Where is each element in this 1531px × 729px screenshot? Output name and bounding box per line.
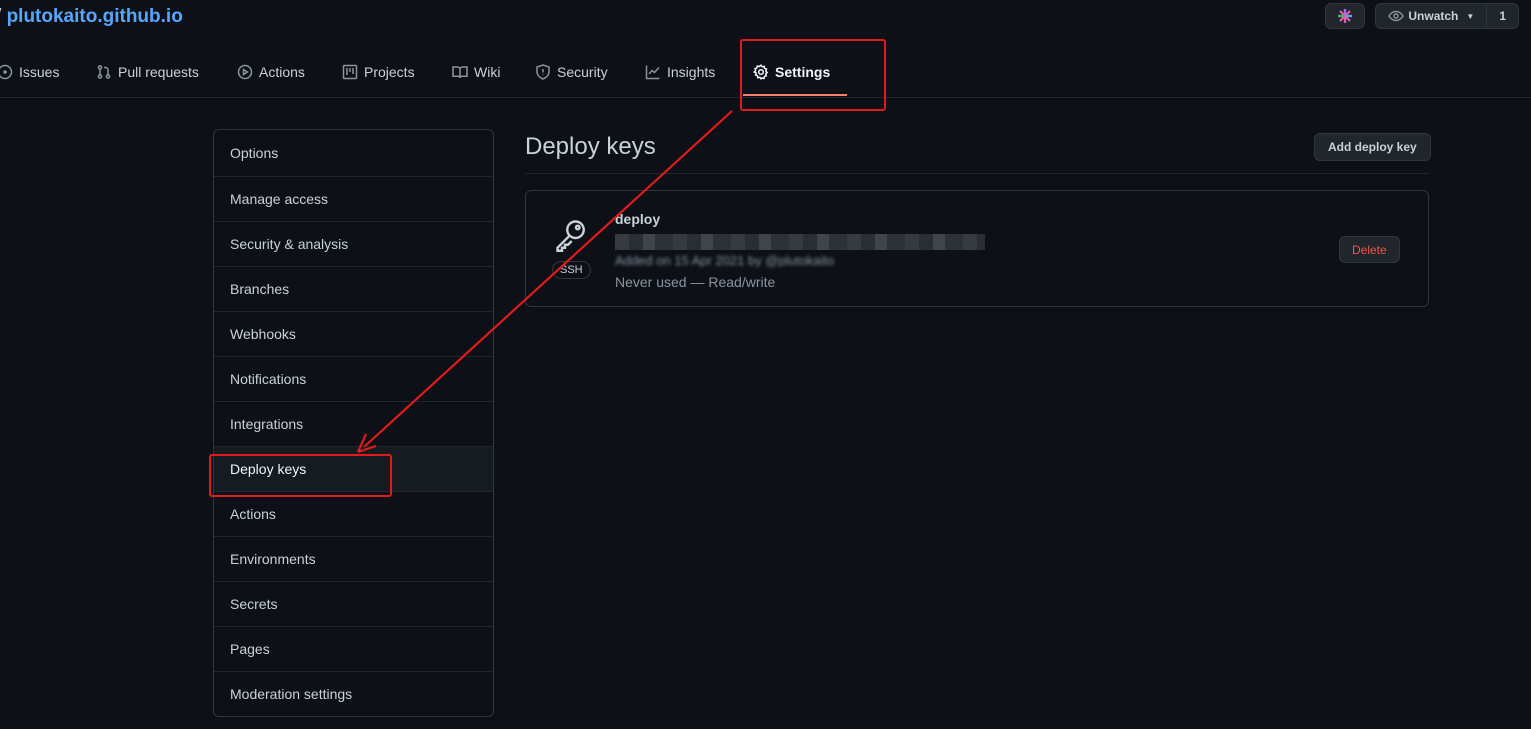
unwatch-button[interactable]: Unwatch ▼	[1375, 3, 1488, 29]
watch-group: Unwatch ▼ 1	[1375, 3, 1519, 29]
settings-sidebar: Options Manage access Security & analysi…	[213, 129, 494, 717]
git-pull-request-icon	[97, 65, 111, 79]
sidebar-item-branches[interactable]: Branches	[214, 266, 493, 311]
repo-actions: Unwatch ▼ 1	[1325, 3, 1519, 29]
breadcrumb-separator: /	[0, 6, 1, 27]
unwatch-label: Unwatch	[1408, 9, 1459, 23]
book-icon	[452, 66, 468, 79]
tab-security[interactable]: Security	[535, 56, 608, 88]
key-added-info: Added on 15 Apr 2021 by @plutokaito	[615, 253, 835, 267]
sidebar-item-options[interactable]: Options	[214, 130, 493, 176]
add-deploy-key-button[interactable]: Add deploy key	[1314, 133, 1431, 161]
tab-label: Projects	[364, 64, 415, 80]
deploy-key-card: SSH deploy Added on 15 Apr 2021 by @plut…	[525, 190, 1429, 307]
deploy-keys-highlight	[209, 454, 392, 497]
issue-opened-icon	[0, 64, 13, 80]
sidebar-item-integrations[interactable]: Integrations	[214, 401, 493, 446]
sidebar-item-secrets[interactable]: Secrets	[214, 581, 493, 626]
sponsor-button[interactable]	[1325, 3, 1366, 29]
tab-label: Issues	[19, 64, 60, 80]
tab-label: Wiki	[474, 64, 501, 80]
title-divider	[525, 173, 1429, 174]
ssh-label: SSH	[552, 261, 591, 279]
settings-tab-highlight	[740, 39, 886, 111]
sparkle-icon	[1338, 9, 1353, 23]
sidebar-item-environments[interactable]: Environments	[214, 536, 493, 581]
sidebar-item-actions[interactable]: Actions	[214, 491, 493, 536]
sidebar-item-webhooks[interactable]: Webhooks	[214, 311, 493, 356]
tab-label: Security	[557, 64, 608, 80]
repo-name-link[interactable]: plutokaito.github.io	[7, 6, 183, 27]
caret-down-icon: ▼	[1466, 11, 1475, 21]
eye-icon	[1388, 10, 1405, 22]
sidebar-item-manage-access[interactable]: Manage access	[214, 176, 493, 221]
tab-actions[interactable]: Actions	[237, 56, 305, 88]
tab-projects[interactable]: Projects	[342, 56, 415, 88]
key-usage: Never used — Read/write	[615, 274, 776, 290]
sidebar-item-pages[interactable]: Pages	[214, 626, 493, 671]
key-fingerprint-redacted	[615, 234, 985, 250]
key-icon-wrap	[552, 217, 590, 253]
play-icon	[237, 64, 253, 80]
sidebar-item-moderation-settings[interactable]: Moderation settings	[214, 671, 493, 716]
project-icon	[342, 64, 358, 80]
sidebar-item-notifications[interactable]: Notifications	[214, 356, 493, 401]
tab-wiki[interactable]: Wiki	[452, 56, 500, 88]
key-icon	[556, 220, 585, 252]
page-title: Deploy keys	[525, 133, 656, 160]
tab-issues[interactable]: Issues	[0, 56, 59, 88]
tab-label: Pull requests	[118, 64, 199, 80]
tab-label: Insights	[667, 64, 716, 80]
tab-insights[interactable]: Insights	[645, 56, 715, 88]
key-title: deploy	[615, 211, 661, 227]
repo-breadcrumb: / plutokaito.github.io	[0, 6, 183, 28]
watchers-count[interactable]: 1	[1487, 3, 1519, 29]
tab-label: Actions	[259, 64, 305, 80]
sidebar-item-security-analysis[interactable]: Security & analysis	[214, 221, 493, 266]
delete-key-button[interactable]: Delete	[1339, 236, 1400, 263]
shield-icon	[536, 64, 550, 80]
graph-icon	[645, 65, 660, 80]
tab-pull-requests[interactable]: Pull requests	[96, 56, 199, 88]
